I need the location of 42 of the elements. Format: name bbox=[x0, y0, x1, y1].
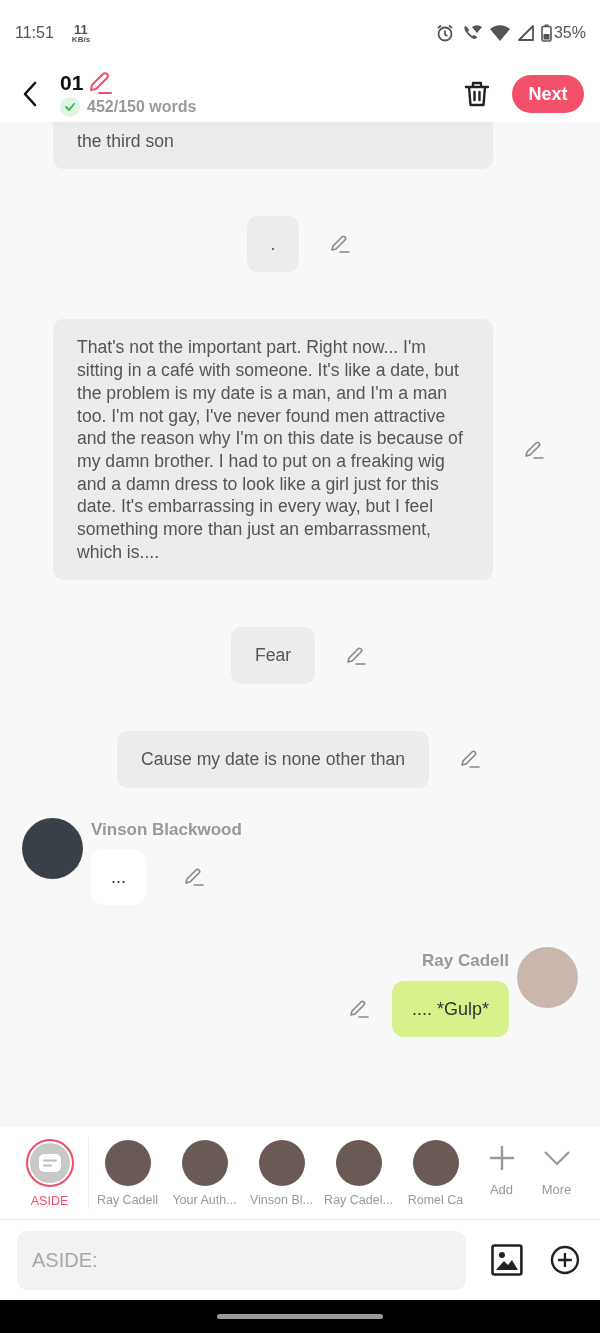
more-button[interactable]: More bbox=[529, 1121, 584, 1219]
character-tab[interactable]: Ray Cadell bbox=[89, 1127, 166, 1219]
chapter-title: 01 bbox=[60, 71, 84, 95]
battery-icon bbox=[540, 24, 552, 42]
add-button[interactable]: Add bbox=[474, 1121, 529, 1219]
character-name: Ray Cadell bbox=[422, 950, 509, 971]
narration-bubble: Fear bbox=[230, 627, 316, 685]
network-speed-unit: KB/s bbox=[71, 35, 91, 44]
network-speed: 11 bbox=[74, 22, 88, 36]
trash-icon[interactable] bbox=[464, 80, 490, 108]
character-tab[interactable]: ASIDE bbox=[11, 1137, 89, 1209]
word-count: 452/150 words bbox=[87, 98, 197, 116]
signal-icon bbox=[516, 24, 535, 42]
back-icon[interactable] bbox=[22, 81, 38, 107]
edit-icon[interactable] bbox=[87, 71, 114, 95]
edit-icon[interactable] bbox=[183, 865, 205, 888]
message-bubble: .... *Gulp* bbox=[391, 980, 509, 1037]
plus-icon bbox=[487, 1143, 516, 1172]
character-tab[interactable]: Vinson Bl... bbox=[243, 1127, 320, 1219]
image-icon[interactable] bbox=[491, 1244, 524, 1276]
add-circle-icon[interactable] bbox=[550, 1245, 580, 1275]
message-input[interactable]: ASIDE: bbox=[17, 1230, 467, 1290]
battery-percent: 35% bbox=[553, 24, 586, 42]
status-time: 11:51 bbox=[15, 24, 54, 42]
edit-icon[interactable] bbox=[459, 748, 482, 771]
narration-bubble: . bbox=[246, 215, 300, 273]
edit-icon[interactable] bbox=[329, 233, 352, 256]
edit-icon[interactable] bbox=[523, 438, 545, 461]
message-bubble: ... bbox=[91, 848, 146, 905]
character-tab[interactable]: Romel Ca bbox=[397, 1127, 474, 1219]
wifi-icon bbox=[488, 24, 511, 42]
narration-bubble: That's not the important part. Right now... I'm sitting in a café with someone. It's like a date, but the problem is my date is a man, and I'm a man too. I'm not gay, I've never found men attractive and the reason why I'm on this date is because of my damn brother. I had to put on a freaking wig and a damn dress to look like a girl just for this date. It's embarrassing in every way, but I feel something more than just an embarrassment, which is.... bbox=[53, 319, 493, 581]
message-icon bbox=[38, 1153, 61, 1172]
character-name: Vinson Blackwood bbox=[91, 819, 242, 840]
next-button[interactable]: Next bbox=[512, 75, 584, 113]
narration-bubble: the third son bbox=[53, 122, 493, 169]
avatar-photo-placeholder bbox=[22, 817, 83, 879]
narration-bubble: Cause my date is none other than bbox=[116, 731, 430, 788]
edit-icon[interactable] bbox=[347, 997, 370, 1020]
character-tab[interactable]: Ray Cadel... bbox=[320, 1127, 397, 1219]
edit-icon[interactable] bbox=[345, 644, 368, 667]
character-tab[interactable]: Your Auth... bbox=[166, 1127, 243, 1219]
